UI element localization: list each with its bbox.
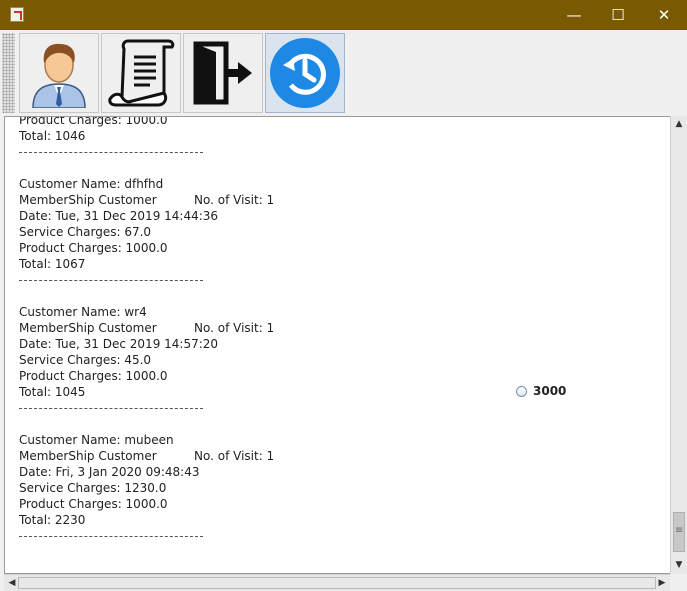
horizontal-scroll-thumb[interactable]	[18, 577, 656, 589]
history-icon	[270, 38, 340, 108]
visit-count: No. of Visit: 1	[194, 449, 275, 463]
product-charges: Product Charges: 1000.0	[19, 369, 168, 383]
total: Total: 1045	[19, 385, 86, 399]
service-charges: Service Charges: 1230.0	[19, 481, 167, 495]
toolbar	[0, 30, 687, 116]
product-charges: Product Charges: 1000.0	[19, 497, 168, 511]
scroll-right-arrow-icon[interactable]: ▶	[654, 575, 670, 591]
membership: MemberShip Customer	[19, 193, 157, 207]
service-charges: Service Charges: 67.0	[19, 225, 152, 239]
total: Total: 2230	[19, 513, 86, 527]
customer-name: Customer Name: dfhfhd	[19, 177, 164, 191]
vertical-scroll-thumb[interactable]	[673, 512, 685, 552]
vertical-scrollbar[interactable]: ▲ ▼	[670, 116, 687, 574]
visit-count: No. of Visit: 1	[194, 321, 275, 335]
total: Total: 1067	[19, 257, 86, 271]
membership: MemberShip Customer	[19, 449, 157, 463]
customer-icon	[32, 43, 86, 108]
scroll-down-arrow-icon[interactable]: ▼	[671, 557, 687, 573]
java-app-icon	[10, 7, 24, 22]
customer-name: Customer Name: mubeen	[19, 433, 174, 447]
amount-radio-label: 3000	[533, 384, 567, 398]
separator	[19, 280, 203, 281]
date: Date: Tue, 31 Dec 2019 14:44:36	[19, 209, 219, 223]
toolbar-grip[interactable]	[2, 33, 15, 113]
minimize-button[interactable]: —	[551, 0, 597, 30]
separator	[19, 152, 203, 153]
total: Total: 1046	[19, 129, 86, 143]
records-text-area[interactable]: Product Charges: 1000.0 Total: 1046 Cust…	[4, 116, 671, 574]
title-bar: — ☐ ✕	[0, 0, 687, 30]
history-button[interactable]	[265, 33, 345, 113]
date: Date: Fri, 3 Jan 2020 09:48:43	[19, 465, 200, 479]
exit-icon	[193, 41, 252, 105]
receipt-icon	[108, 39, 175, 107]
customer-button[interactable]	[19, 33, 99, 113]
scroll-up-arrow-icon[interactable]: ▲	[671, 116, 687, 132]
close-button[interactable]: ✕	[641, 0, 687, 30]
amount-radio-button[interactable]	[516, 386, 527, 397]
visit-count: No. of Visit: 1	[194, 193, 275, 207]
maximize-button[interactable]: ☐	[595, 0, 641, 30]
separator	[19, 536, 203, 537]
separator	[19, 408, 203, 409]
exit-button[interactable]	[183, 33, 263, 113]
membership: MemberShip Customer	[19, 321, 157, 335]
service-charges: Service Charges: 45.0	[19, 353, 152, 367]
product-charges: Product Charges: 1000.0	[19, 241, 168, 255]
date: Date: Tue, 31 Dec 2019 14:57:20	[19, 337, 219, 351]
horizontal-scrollbar[interactable]: ◀ ▶	[4, 574, 670, 591]
customer-name: Customer Name: wr4	[19, 305, 147, 319]
receipt-button[interactable]	[101, 33, 181, 113]
product-charges: Product Charges: 1000.0	[19, 116, 168, 127]
